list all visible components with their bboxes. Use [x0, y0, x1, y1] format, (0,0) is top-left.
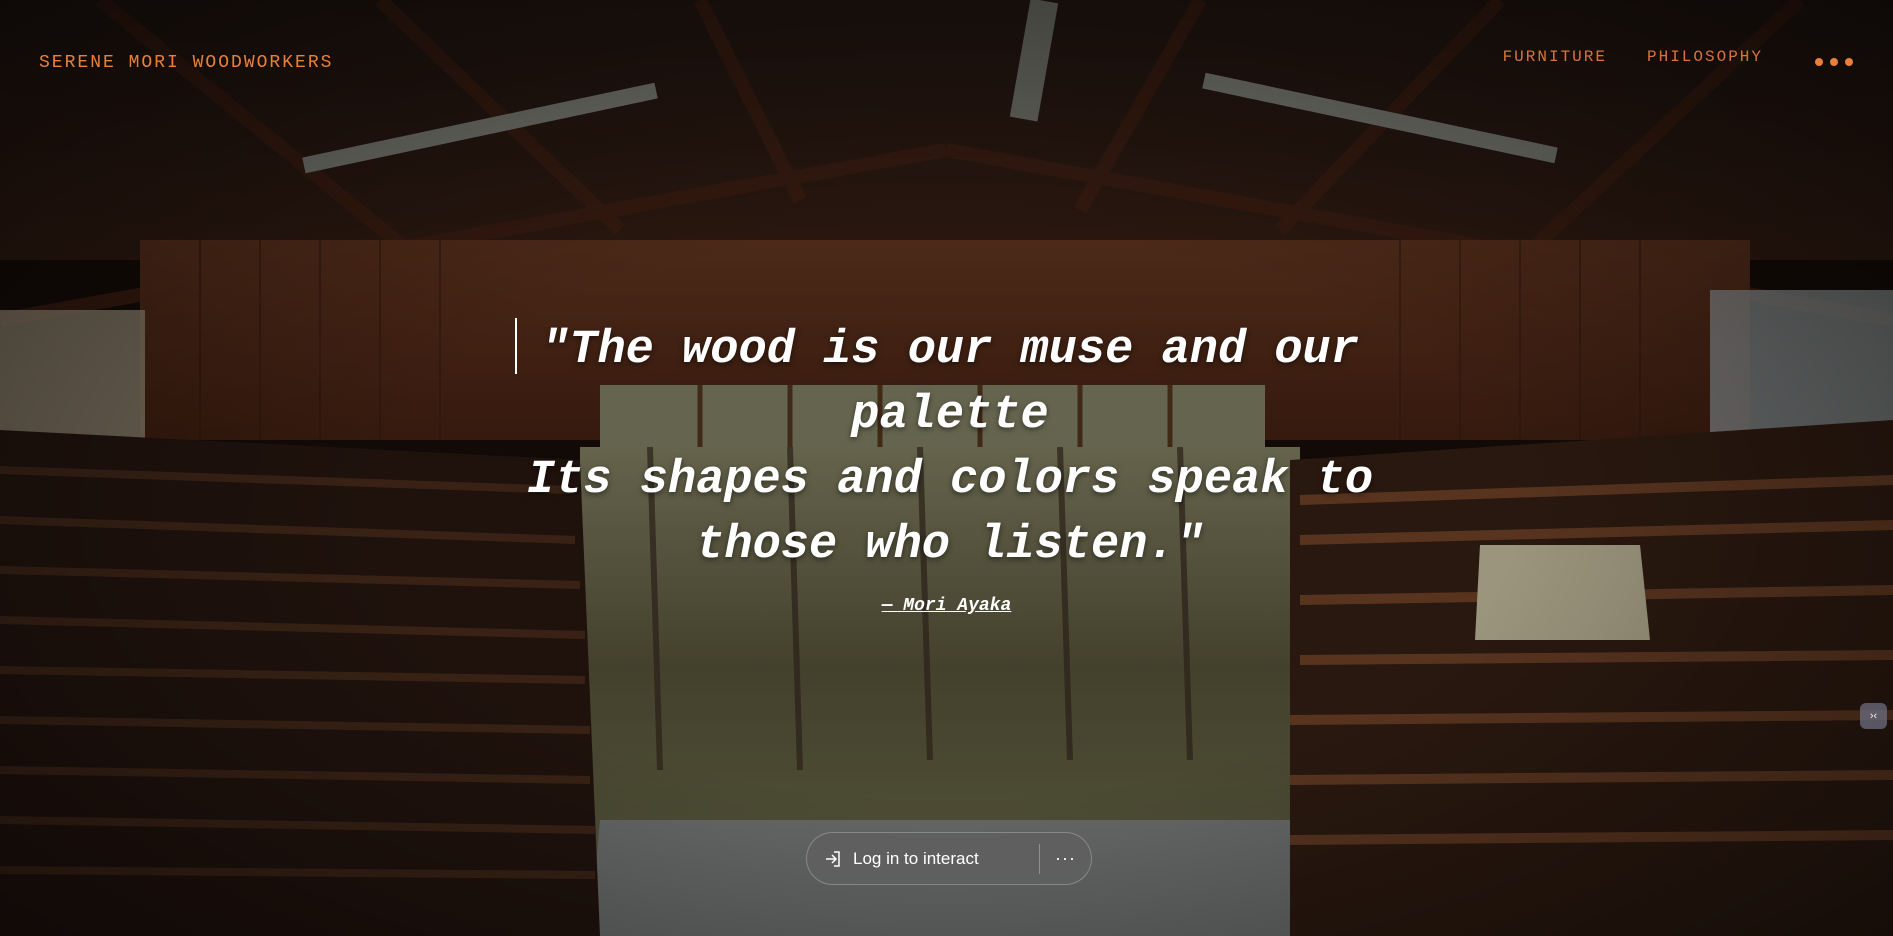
nav-link-furniture[interactable]: FURNITURE: [1503, 48, 1607, 66]
quote-author-wrap: — Mori Ayaka: [0, 596, 1893, 616]
site-header: SERENE MORI WOODWORKERS FURNITURE PHILOS…: [0, 0, 1893, 120]
login-bar: Log in to interact ···: [806, 832, 1092, 885]
more-dots-icon[interactable]: ···: [1040, 832, 1091, 885]
login-button[interactable]: Log in to interact: [807, 833, 1039, 884]
menu-dot: [1815, 58, 1823, 66]
collapse-icon[interactable]: ›‹: [1860, 703, 1887, 729]
quote-author-link[interactable]: — Mori Ayaka: [882, 596, 1012, 616]
menu-dot: [1830, 58, 1838, 66]
quote-line-1: "The wood is our muse and our palette: [541, 324, 1359, 442]
brand-logo-text[interactable]: SERENE MORI WOODWORKERS: [39, 53, 333, 73]
main-nav: FURNITURE PHILOSOPHY: [1503, 48, 1763, 66]
menu-dot: [1845, 58, 1853, 66]
quote-line-2: Its shapes and colors speak to those who…: [526, 454, 1374, 572]
login-label: Log in to interact: [853, 848, 979, 868]
menu-dots-icon[interactable]: [1815, 58, 1853, 66]
hero-quote: "The wood is our muse and our palette It…: [470, 318, 1430, 578]
login-icon: [826, 850, 840, 867]
nav-link-philosophy[interactable]: PHILOSOPHY: [1647, 48, 1763, 66]
text-caret: [515, 318, 517, 374]
